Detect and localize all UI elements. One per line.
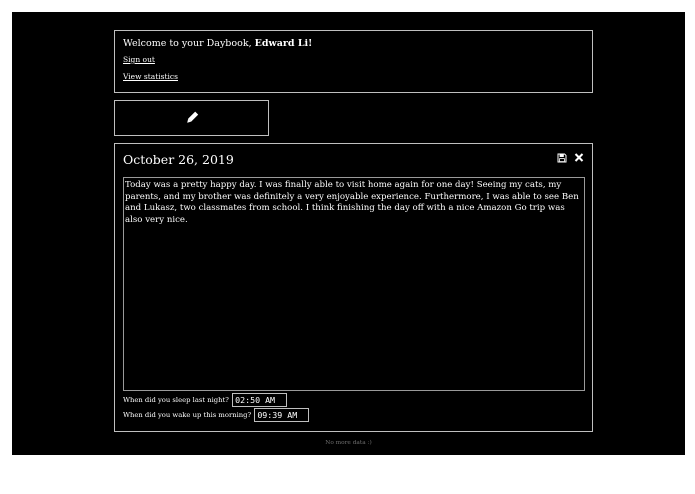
welcome-message: Welcome to your Daybook, Edward Li! — [123, 37, 584, 51]
entry-textarea[interactable]: Today was a pretty happy day. I was fina… — [123, 177, 585, 391]
entry-date: October 26, 2019 — [123, 152, 234, 167]
close-icon[interactable] — [574, 152, 584, 163]
save-icon[interactable] — [557, 153, 567, 163]
wake-time-row: When did you wake up this morning? — [123, 408, 310, 422]
wake-time-label: When did you wake up this morning? — [123, 411, 252, 419]
no-more-data-note: No more data :) — [325, 440, 372, 446]
entry-card: October 26, 2019 Today was a pretty happ… — [114, 143, 593, 432]
sign-out-link[interactable]: Sign out — [123, 55, 584, 65]
new-entry-button[interactable] — [114, 100, 269, 136]
pencil-icon — [187, 111, 199, 123]
daybook-app: Welcome to your Daybook, Edward Li! Sign… — [12, 12, 685, 455]
welcome-text: Welcome to your Daybook, — [123, 38, 252, 49]
view-statistics-link[interactable]: View statistics — [123, 72, 584, 82]
user-name: Edward Li! — [254, 38, 313, 49]
welcome-panel: Welcome to your Daybook, Edward Li! Sign… — [114, 30, 593, 93]
sleep-time-row: When did you sleep last night? — [123, 393, 288, 407]
sleep-time-label: When did you sleep last night? — [123, 396, 229, 404]
wake-time-input[interactable] — [254, 408, 310, 422]
sleep-time-input[interactable] — [232, 393, 288, 407]
